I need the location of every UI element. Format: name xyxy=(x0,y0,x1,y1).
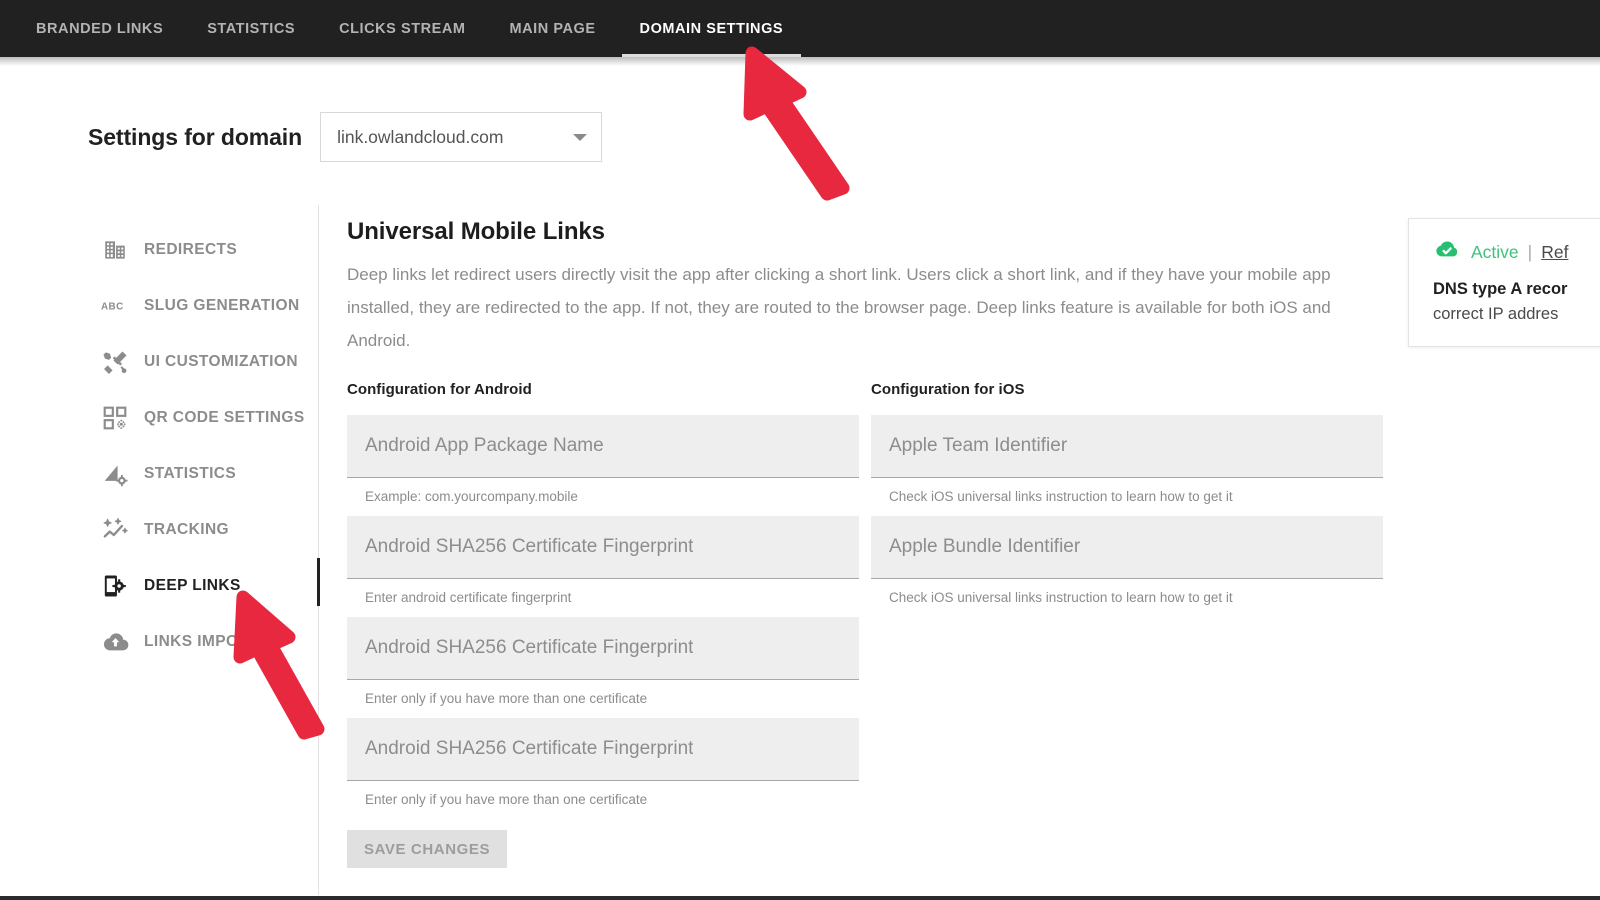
input-placeholder: Apple Bundle Identifier xyxy=(889,536,1081,557)
save-changes-button[interactable]: SAVE CHANGES xyxy=(347,830,508,868)
input-hint: Check iOS universal links instruction to… xyxy=(889,489,1233,504)
mobile-gear-icon xyxy=(100,571,130,601)
sidebar-item-statistics[interactable]: STATISTICS xyxy=(100,446,320,502)
refresh-link[interactable]: Ref xyxy=(1541,242,1568,263)
brush-wrench-icon xyxy=(100,347,130,377)
dns-status-line-1: DNS type A recor xyxy=(1433,280,1568,298)
tab-statistics[interactable]: STATISTICS xyxy=(185,0,317,57)
status-separator: | xyxy=(1527,241,1533,262)
domain-select-value: link.owlandcloud.com xyxy=(337,126,504,147)
android-package-name-block: Android App Package Name Example: com.yo… xyxy=(347,415,859,504)
sidebar-item-deep-links[interactable]: DEEP LINKS xyxy=(100,558,320,614)
apple-bundle-identifier-input[interactable]: Apple Bundle Identifier xyxy=(871,516,1383,579)
settings-for-domain-label: Settings for domain xyxy=(88,123,303,150)
sidebar-item-label: UI CUSTOMIZATION xyxy=(144,353,298,370)
input-placeholder: Android SHA256 Certificate Fingerprint xyxy=(365,738,694,759)
input-hint: Enter android certificate fingerprint xyxy=(365,590,572,605)
sidebar-divider xyxy=(318,205,319,895)
svg-text:ABC: ABC xyxy=(101,302,124,313)
dns-status-line-2: correct IP addres xyxy=(1433,305,1559,323)
android-fingerprint-1-block: Android SHA256 Certificate Fingerprint E… xyxy=(347,516,859,605)
chart-gear-icon xyxy=(100,459,130,489)
abc-icon: ABC xyxy=(100,291,130,321)
sidebar-item-label: REDIRECTS xyxy=(144,241,238,258)
tab-label: STATISTICS xyxy=(207,20,296,37)
cloud-upload-icon xyxy=(100,627,130,657)
top-navigation-bar: BRANDED LINKS STATISTICS CLICKS STREAM M… xyxy=(0,0,1600,57)
android-package-name-input[interactable]: Android App Package Name xyxy=(347,415,859,478)
domain-selector-row: Settings for domain link.owlandcloud.com xyxy=(88,112,603,162)
main-content: Universal Mobile Links Deep links let re… xyxy=(347,218,1387,868)
arrow-to-domain-settings-tab xyxy=(743,46,850,201)
sidebar-item-label: LINKS IMPORT xyxy=(144,633,260,650)
input-hint: Check iOS universal links instruction to… xyxy=(889,590,1233,605)
sidebar-active-indicator xyxy=(317,558,320,606)
tab-label: DOMAIN SETTINGS xyxy=(639,20,784,37)
tab-clicks-stream[interactable]: CLICKS STREAM xyxy=(317,0,487,57)
sidebar-item-redirects[interactable]: REDIRECTS xyxy=(100,222,320,278)
sidebar-item-label: QR CODE SETTINGS xyxy=(144,409,305,426)
input-placeholder: Apple Team Identifier xyxy=(889,435,1068,456)
android-configuration-column: Configuration for Android Android App Pa… xyxy=(347,381,859,868)
tab-domain-settings[interactable]: DOMAIN SETTINGS xyxy=(618,0,806,57)
ios-configuration-column: Configuration for iOS Apple Team Identif… xyxy=(871,381,1383,868)
bottom-rule xyxy=(0,896,1600,900)
sidebar-item-ui-customization[interactable]: UI CUSTOMIZATION xyxy=(100,334,320,390)
input-placeholder: Android SHA256 Certificate Fingerprint xyxy=(365,637,694,658)
android-fingerprint-1-input[interactable]: Android SHA256 Certificate Fingerprint xyxy=(347,516,859,579)
tab-label: BRANDED LINKS xyxy=(36,20,164,37)
android-fingerprint-2-input[interactable]: Android SHA256 Certificate Fingerprint xyxy=(347,617,859,680)
tab-main-page[interactable]: MAIN PAGE xyxy=(488,0,618,57)
sidebar-item-label: SLUG GENERATION xyxy=(144,297,300,314)
ios-heading: Configuration for iOS xyxy=(871,381,1025,398)
topbar-shadow xyxy=(0,57,1600,66)
sidebar-item-label: DEEP LINKS xyxy=(144,577,241,594)
android-fingerprint-3-input[interactable]: Android SHA256 Certificate Fingerprint xyxy=(347,718,859,781)
android-heading: Configuration for Android xyxy=(347,381,532,398)
input-placeholder: Android App Package Name xyxy=(365,435,604,456)
qr-code-icon xyxy=(100,403,130,433)
dns-status-panel: Active | Ref DNS type A recor correct IP… xyxy=(1408,218,1600,347)
sidebar-item-label: STATISTICS xyxy=(144,465,237,482)
page-title: Universal Mobile Links xyxy=(347,218,605,245)
domain-select[interactable]: link.owlandcloud.com xyxy=(320,112,603,162)
tab-branded-links[interactable]: BRANDED LINKS xyxy=(14,0,185,57)
configuration-columns: Configuration for Android Android App Pa… xyxy=(347,381,1387,868)
page-description: Deep links let redirect users directly v… xyxy=(347,265,1331,350)
tab-label: MAIN PAGE xyxy=(509,20,596,37)
dns-status-row: Active | Ref xyxy=(1433,239,1600,265)
input-placeholder: Android SHA256 Certificate Fingerprint xyxy=(365,536,694,557)
apple-bundle-identifier-block: Apple Bundle Identifier Check iOS univer… xyxy=(871,516,1383,605)
sidebar-item-tracking[interactable]: TRACKING xyxy=(100,502,320,558)
sidebar-item-qr-code-settings[interactable]: QR CODE SETTINGS xyxy=(100,390,320,446)
android-fingerprint-3-block: Android SHA256 Certificate Fingerprint E… xyxy=(347,718,859,807)
input-hint: Example: com.yourcompany.mobile xyxy=(365,489,578,504)
apple-team-identifier-block: Apple Team Identifier Check iOS universa… xyxy=(871,415,1383,504)
sidebar-item-links-import[interactable]: LINKS IMPORT xyxy=(100,614,320,670)
tracking-line-icon xyxy=(100,515,130,545)
settings-sidebar: REDIRECTS ABC SLUG GENERATION UI CUSTOMI… xyxy=(100,222,320,670)
sidebar-item-label: TRACKING xyxy=(144,521,229,538)
status-badge: Active xyxy=(1471,241,1519,262)
input-hint: Enter only if you have more than one cer… xyxy=(365,792,648,807)
cloud-check-icon xyxy=(1433,239,1460,265)
chevron-down-icon xyxy=(573,133,588,141)
apple-team-identifier-input[interactable]: Apple Team Identifier xyxy=(871,415,1383,478)
sidebar-item-slug-generation[interactable]: ABC SLUG GENERATION xyxy=(100,278,320,334)
building-redirect-icon xyxy=(100,235,130,265)
android-fingerprint-2-block: Android SHA256 Certificate Fingerprint E… xyxy=(347,617,859,706)
tab-label: CLICKS STREAM xyxy=(339,20,466,37)
input-hint: Enter only if you have more than one cer… xyxy=(365,691,648,706)
